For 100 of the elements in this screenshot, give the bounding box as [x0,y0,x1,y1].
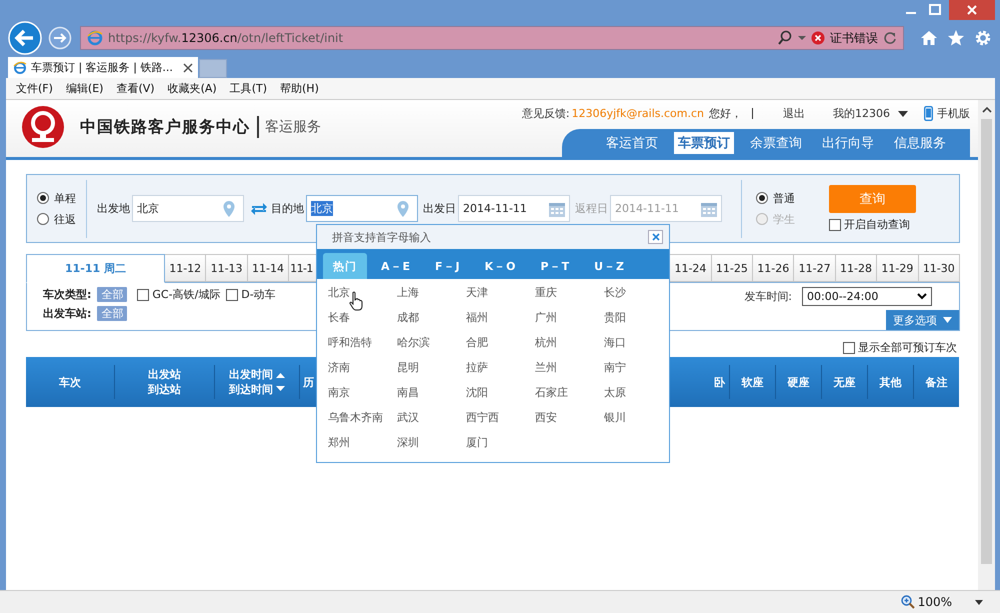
refresh-icon[interactable] [883,31,897,45]
column-header[interactable]: 无座 [834,374,856,390]
date-tab[interactable]: 11-26 [753,254,794,282]
date-tab[interactable]: 11-14 [248,254,290,282]
column-header[interactable]: 出发站 到达站 [148,367,181,397]
checkbox[interactable] [137,288,150,300]
radio-button[interactable] [37,213,49,225]
more-options-button[interactable]: 更多选项 [886,310,959,330]
back-icon[interactable] [8,21,42,55]
logout-link[interactable]: 退出 [783,106,805,121]
date-tab[interactable]: 11-11 周二 [26,254,165,283]
close-button[interactable] [949,0,995,20]
city-option[interactable]: 厦门 [466,434,535,452]
city-option[interactable]: 哈尔滨 [397,334,466,352]
menu-item[interactable]: 工具(T) [230,81,267,96]
letter-tab[interactable]: P－T [530,253,580,279]
address-field[interactable]: https://kyfw.12306.cn/otn/leftTicket/init 证书错误 [80,26,904,50]
date-tab[interactable]: 11-12 [165,254,206,282]
date-tab[interactable]: 11-29 [877,254,919,282]
star-icon[interactable] [947,29,965,47]
home-icon[interactable] [920,29,938,47]
column-header[interactable]: 其他 [880,374,902,390]
menu-item[interactable]: 查看(V) [116,81,155,96]
column-header[interactable]: 硬座 [788,374,810,390]
letter-tab[interactable]: K－O [474,253,527,279]
column-header[interactable]: 备注 [926,374,948,390]
nav-tab[interactable]: 车票预订 [674,132,734,154]
date-tab[interactable]: 11-27 [794,254,836,282]
scrollbar[interactable] [978,100,995,590]
input-field[interactable]: 北京 [132,195,244,222]
my-account-link[interactable]: 我的12306 [833,106,890,121]
date-tab[interactable]: 11-30 [918,254,960,282]
column-header[interactable]: 历 [303,374,314,390]
city-option[interactable]: 沈阳 [466,384,535,402]
city-option[interactable]: 太原 [604,384,673,402]
input-field[interactable]: 2014-11-11 [458,195,570,222]
city-option[interactable]: 重庆 [535,284,604,302]
city-option[interactable]: 长沙 [604,284,673,302]
column-header[interactable]: 车次 [59,374,81,390]
menu-item[interactable]: 文件(F) [16,81,53,96]
city-option[interactable]: 南京 [328,384,397,402]
letter-tab[interactable]: U－Z [584,253,636,279]
search-icon[interactable] [777,30,793,46]
nav-tab[interactable]: 余票查询 [746,132,806,154]
date-tab[interactable]: 11-25 [712,254,754,282]
city-option[interactable]: 杭州 [535,334,604,352]
city-option[interactable]: 长春 [328,309,397,327]
city-option[interactable]: 银川 [604,409,673,427]
city-option[interactable]: 乌鲁木齐南 [328,409,397,427]
city-option[interactable]: 天津 [466,284,535,302]
city-option[interactable]: 南宁 [604,359,673,377]
column-header[interactable]: 出发时间 到达时间 [229,367,273,397]
city-option[interactable]: 郑州 [328,434,397,452]
swap-icon[interactable] [251,202,267,216]
scroll-thumb[interactable] [981,119,992,564]
checkbox[interactable] [843,342,855,354]
settings-icon[interactable] [974,29,992,47]
date-tab[interactable]: 11-28 [836,254,878,282]
zoom-level[interactable]: 100% [918,595,952,609]
city-option[interactable]: 合肥 [466,334,535,352]
forward-icon[interactable] [48,26,72,50]
city-option[interactable]: 南昌 [397,384,466,402]
city-option[interactable]: 深圳 [397,434,466,452]
column-header[interactable]: 卧 [714,374,725,390]
letter-tab[interactable]: A－E [371,253,422,279]
city-option[interactable]: 福州 [466,309,535,327]
input-field[interactable]: 北京 [306,195,418,222]
date-tab[interactable]: 11-24 [670,254,712,282]
radio-button[interactable] [756,192,768,204]
close-button[interactable] [648,230,663,244]
city-option[interactable]: 贵阳 [604,309,673,327]
time-select[interactable]: 00:00--24:00 [802,287,932,306]
city-option[interactable]: 武汉 [397,409,466,427]
browser-tab[interactable]: 车票预订 | 客运服务 | 铁路... [8,57,198,78]
close-icon[interactable] [183,62,193,72]
column-header[interactable]: 软座 [742,374,764,390]
city-option[interactable]: 拉萨 [466,359,535,377]
mobile-link[interactable]: 手机版 [937,106,970,121]
menu-item[interactable]: 编辑(E) [66,81,104,96]
city-option[interactable]: 海口 [604,334,673,352]
checkbox[interactable] [226,288,238,300]
radio-button[interactable] [37,192,49,204]
city-option[interactable]: 石家庄 [535,384,604,402]
caret-icon[interactable] [975,600,983,604]
caret-icon[interactable] [898,110,908,116]
city-option[interactable]: 成都 [397,309,466,327]
sort-arrows-icon[interactable] [276,371,285,393]
city-option[interactable]: 呼和浩特 [328,334,397,352]
city-option[interactable]: 北京 [328,284,397,302]
menu-item[interactable]: 帮助(H) [280,81,319,96]
nav-tab[interactable]: 信息服务 [890,132,950,154]
city-option[interactable]: 西宁西 [466,409,535,427]
city-option[interactable]: 上海 [397,284,466,302]
nav-tab[interactable]: 客运首页 [602,132,662,154]
city-option[interactable]: 广州 [535,309,604,327]
letter-tab[interactable]: F－J [425,253,471,279]
city-option[interactable]: 昆明 [397,359,466,377]
city-option[interactable]: 兰州 [535,359,604,377]
certificate-error[interactable]: 证书错误 [830,30,878,46]
nav-tab[interactable]: 出行向导 [818,132,878,154]
